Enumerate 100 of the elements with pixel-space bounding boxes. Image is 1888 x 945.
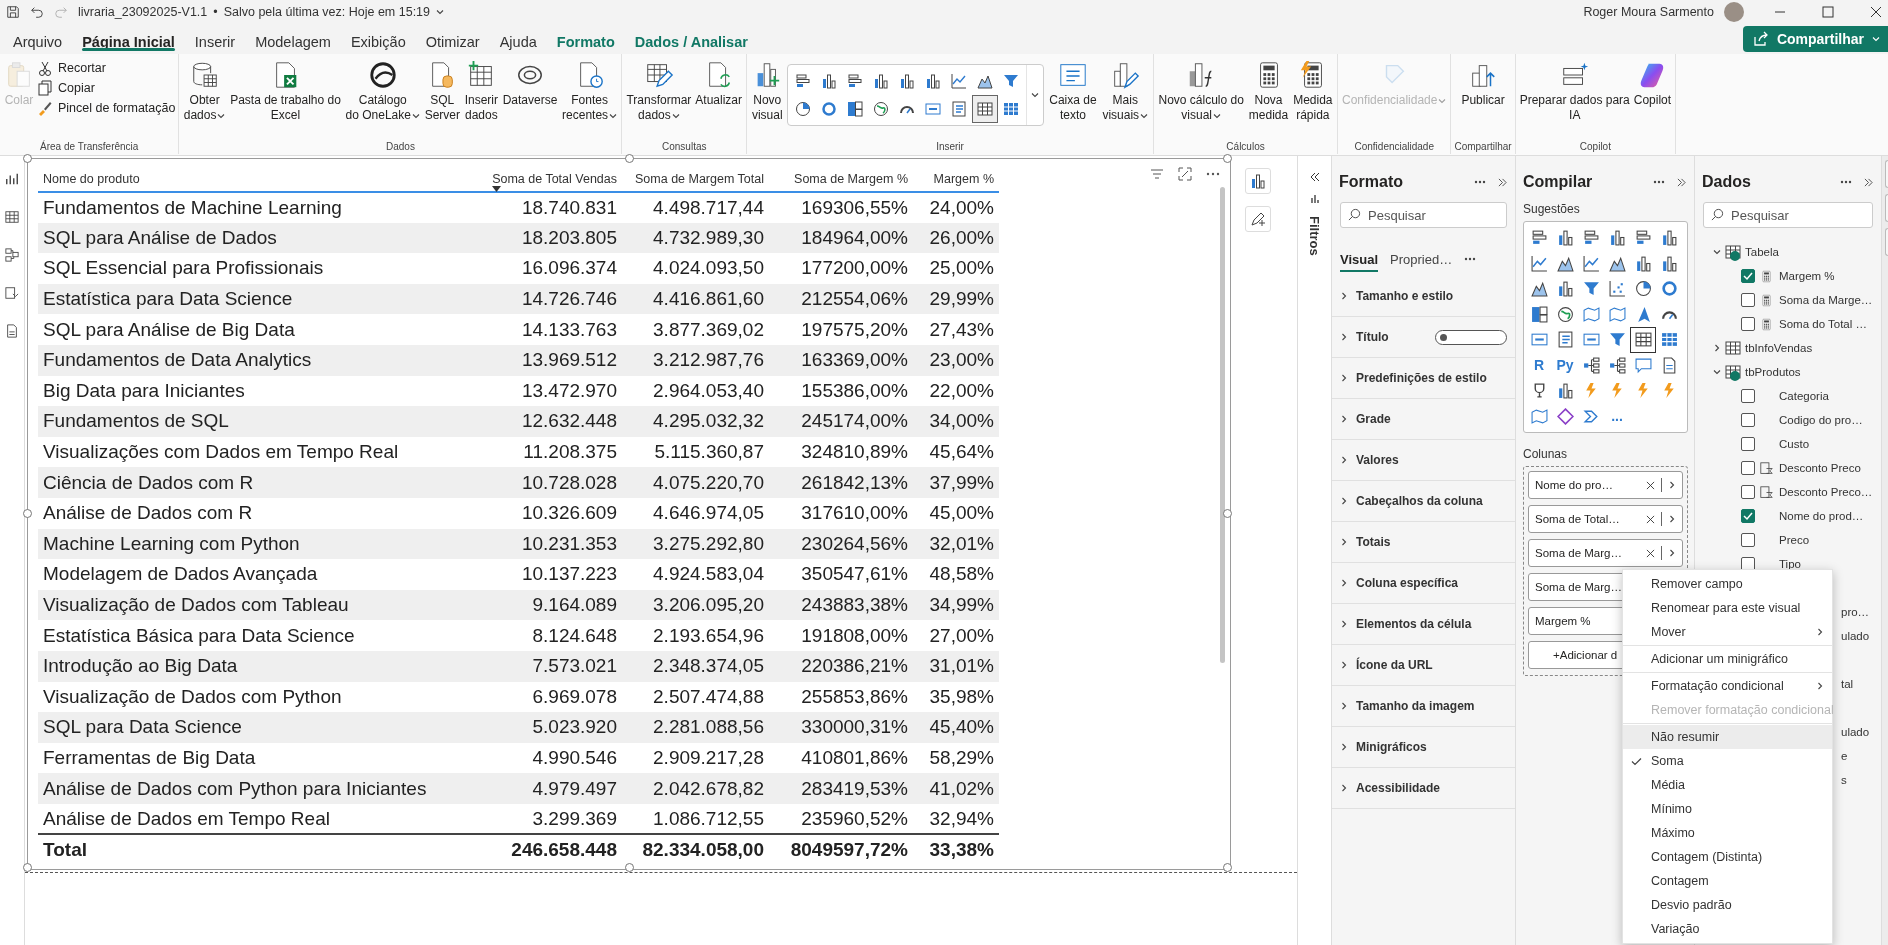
toggle-switch[interactable] xyxy=(1434,329,1507,345)
expand-toggle[interactable] xyxy=(1713,368,1721,376)
copy-button[interactable]: Copiar xyxy=(37,80,176,96)
dax-query-icon[interactable] xyxy=(5,286,19,300)
search-field[interactable]: Pesquisar xyxy=(1703,202,1873,228)
new-visual-calculation-button[interactable]: Novo cálculo do visual xyxy=(1157,58,1245,125)
field-name[interactable]: Codigo do pro… xyxy=(1779,414,1863,426)
menu-tab[interactable]: Otimizar xyxy=(416,24,489,54)
table-name[interactable]: Tabela xyxy=(1745,246,1779,258)
enter-data-button[interactable]: Inserir dados xyxy=(463,58,499,125)
menu-item[interactable]: Formatação condicional xyxy=(1623,674,1832,698)
menu-item[interactable]: Variação xyxy=(1623,917,1832,941)
field-pill[interactable]: Soma de Marg… xyxy=(1528,539,1683,567)
field-name[interactable]: Preco xyxy=(1779,534,1810,546)
column-header[interactable]: Soma de Margem Total xyxy=(622,161,769,192)
field-name[interactable]: pro… xyxy=(1841,606,1870,618)
visual-type-button[interactable]: Py xyxy=(1552,352,1578,378)
menu-item[interactable]: Contagem (Distinta) xyxy=(1623,845,1832,869)
resize-handle[interactable] xyxy=(625,154,634,163)
column-header[interactable]: Margem % xyxy=(913,161,999,192)
dataverse-button[interactable]: Dataverse xyxy=(501,58,559,110)
expand-toggle[interactable] xyxy=(1713,248,1721,256)
field-name[interactable]: Soma do Total … xyxy=(1779,318,1867,330)
checkbox[interactable] xyxy=(1741,509,1755,523)
format-section[interactable]: Título xyxy=(1332,317,1515,358)
column-header[interactable]: Soma de Total Vendas xyxy=(484,161,622,192)
close-icon[interactable] xyxy=(1646,548,1655,558)
cut-button[interactable]: Recortar xyxy=(37,60,176,76)
resize-handle[interactable] xyxy=(1223,509,1232,518)
excel-workbook-button[interactable]: Pasta de trabalho do Excel xyxy=(229,58,342,125)
publish-button[interactable]: Publicar xyxy=(1460,58,1506,110)
menu-tab[interactable]: Modelagem xyxy=(246,24,340,54)
new-visual-button[interactable]: Novo visual xyxy=(750,58,784,125)
field-name[interactable]: Desconto Preco xyxy=(1779,462,1861,474)
collapse-icon[interactable] xyxy=(1498,177,1507,187)
scrollbar-thumb[interactable] xyxy=(1220,187,1225,663)
field-name[interactable]: Tipo xyxy=(1779,558,1801,570)
visual-type-button[interactable]: ... xyxy=(1604,403,1630,429)
menu-item[interactable]: Soma xyxy=(1623,749,1832,773)
transform-data-button[interactable]: Transformar dados xyxy=(625,58,693,125)
resize-handle[interactable] xyxy=(1223,863,1232,872)
field-name[interactable]: Categoria xyxy=(1779,390,1829,402)
text-box-button[interactable]: Caixa de texto xyxy=(1048,58,1098,125)
collapse-icon[interactable] xyxy=(1677,177,1686,187)
sort-descending-icon[interactable] xyxy=(492,186,501,192)
menu-tab[interactable]: Inserir xyxy=(185,24,245,54)
visual-type-button[interactable] xyxy=(1630,327,1656,353)
column-header[interactable]: Soma de Margem % xyxy=(769,161,913,192)
collapse-icon[interactable] xyxy=(1309,172,1320,182)
new-measure-button[interactable]: Nova medida xyxy=(1247,58,1290,125)
field-name[interactable]: s xyxy=(1841,774,1847,786)
checkbox[interactable] xyxy=(1741,437,1755,451)
menu-item[interactable]: Não resumir xyxy=(1623,725,1832,749)
checkbox[interactable] xyxy=(1741,413,1755,427)
format-visual-button[interactable] xyxy=(1245,168,1271,194)
checkbox[interactable] xyxy=(1741,533,1755,547)
visual-type-button[interactable]: R xyxy=(1526,352,1552,378)
menu-item[interactable]: Média xyxy=(1623,773,1832,797)
pane-tab[interactable]: Visual xyxy=(1340,246,1379,272)
more-options-icon[interactable] xyxy=(1653,180,1665,184)
report-view-icon[interactable] xyxy=(5,172,19,186)
field-name[interactable]: Desconto Preco… xyxy=(1779,486,1873,498)
more-options-icon[interactable] xyxy=(1474,180,1486,184)
focus-mode-icon[interactable] xyxy=(1178,167,1192,181)
more-options-icon[interactable] xyxy=(1464,257,1477,261)
menu-item[interactable]: Contagem xyxy=(1623,869,1832,893)
table-name[interactable]: tbInfoVendas xyxy=(1745,342,1813,354)
recent-sources-button[interactable]: Fontes recentes xyxy=(561,58,619,125)
menu-item[interactable]: Desvio padrão xyxy=(1623,893,1832,917)
close-icon[interactable] xyxy=(1646,480,1655,490)
field-pill[interactable]: Nome do pro… xyxy=(1528,471,1683,499)
refresh-button[interactable]: Atualizar xyxy=(694,58,744,110)
checkbox[interactable] xyxy=(1741,269,1755,283)
field-name[interactable]: Custo xyxy=(1779,438,1810,450)
menu-tab[interactable]: Arquivo xyxy=(4,24,72,54)
close-icon[interactable] xyxy=(1646,514,1655,524)
more-visuals-button[interactable]: Mais visuais xyxy=(1101,58,1150,125)
table-name[interactable]: tbProdutos xyxy=(1745,366,1801,378)
menu-tab[interactable]: Dados / Analisar xyxy=(625,24,757,54)
close-icon[interactable] xyxy=(1870,6,1882,18)
checkbox[interactable] xyxy=(1741,317,1755,331)
column-header[interactable]: Nome do produto xyxy=(38,161,484,192)
tmdl-view-icon[interactable] xyxy=(5,324,19,338)
onelake-catalog-button[interactable]: Catálogo do OneLake xyxy=(344,58,421,125)
field-name[interactable]: e xyxy=(1841,750,1848,762)
field-name[interactable]: Margem % xyxy=(1779,270,1835,282)
menu-tab[interactable]: Exibição xyxy=(341,24,415,54)
collapse-icon[interactable] xyxy=(1864,177,1873,187)
table-view-icon[interactable] xyxy=(5,210,19,224)
visual-type-button[interactable] xyxy=(972,95,999,123)
resize-handle[interactable] xyxy=(23,509,32,518)
resize-handle[interactable] xyxy=(1223,154,1232,163)
prepare-data-button[interactable]: Preparar dados para IA xyxy=(1518,58,1631,125)
field-name[interactable]: ulado xyxy=(1841,726,1870,738)
filters-pane-label[interactable]: Filtros xyxy=(1307,216,1322,256)
save-icon[interactable] xyxy=(6,5,20,19)
expand-toggle[interactable] xyxy=(1713,344,1721,352)
format-painter-button[interactable]: Pincel de formatação xyxy=(37,100,176,116)
menu-tab[interactable]: Página Inicial xyxy=(73,24,184,54)
checkbox[interactable] xyxy=(1741,485,1755,499)
